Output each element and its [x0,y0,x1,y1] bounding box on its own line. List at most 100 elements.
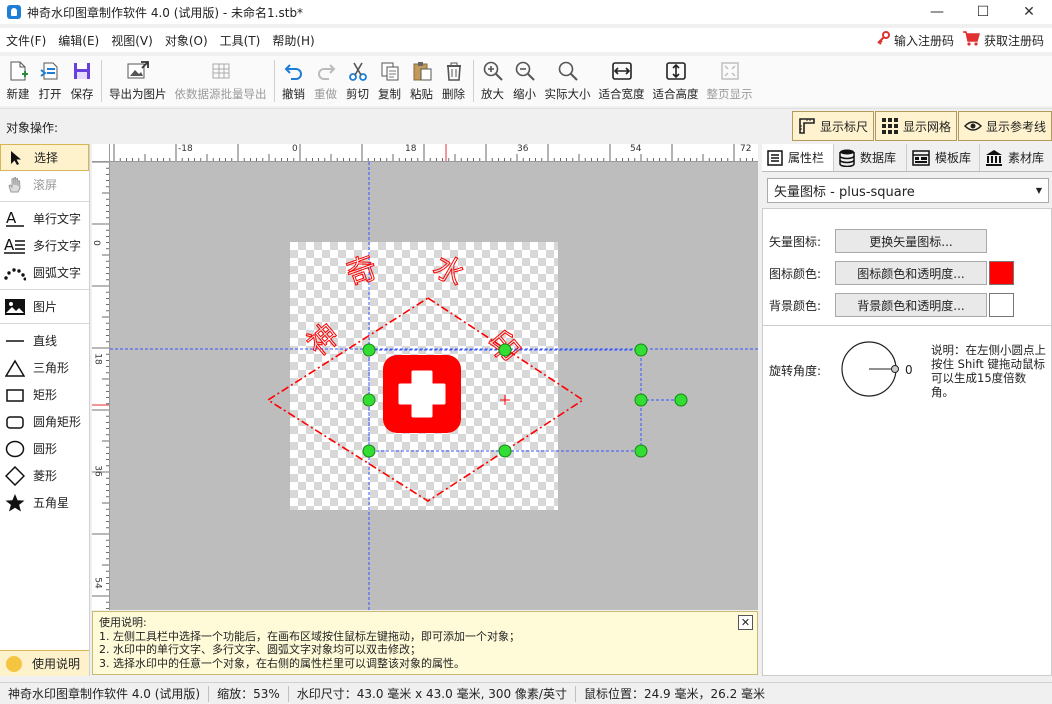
close-button[interactable]: ✕ [1006,0,1052,24]
full-page-button[interactable]: 整页显示 [703,56,757,104]
menu-edit[interactable]: 编辑(E) [52,32,105,49]
status-app: 神奇水印图章制作软件 4.0 (试用版) [0,685,210,702]
tab-materials[interactable]: 素材库 [980,144,1052,171]
enter-code-link[interactable]: 输入注册码 [876,31,954,49]
tool-select[interactable]: 选择 [0,144,89,171]
resize-handle-tr[interactable] [634,343,648,357]
object-select-value: 矢量图标 - plus-square [774,185,915,200]
bg-color-button-label: 背景颜色和透明度... [857,298,965,313]
zoom-out-button[interactable]: 缩小 [509,56,541,104]
get-code-link[interactable]: 获取注册码 [962,30,1044,50]
batch-export-button[interactable]: 依数据源批量导出 [171,56,271,104]
menu-help[interactable]: 帮助(H) [266,32,320,49]
open-button[interactable]: 打开 [34,56,66,104]
tab-templates[interactable]: 模板库 [907,144,980,171]
rotation-dial-handle[interactable] [891,365,899,373]
status-mouse: 鼠标位置：24.9 毫米，26.2 毫米 [583,687,766,701]
tool-multi-text-label: 多行文字 [33,239,82,253]
cut-button[interactable]: 剪切 [342,56,374,104]
menu-file[interactable]: 文件(F) [0,32,52,49]
cut-label: 剪切 [346,87,369,101]
tab-properties[interactable]: 属性栏 [762,144,834,171]
right-panel: 属性栏 数据库 模板库 素材库 矢量图标 - plus-square ▼ 矢量图… [762,144,1052,676]
canvas-area[interactable]: -18 0 18 36 54 72 0 18 36 54 神 奇 水 印 [92,144,758,610]
show-grid-toggle[interactable]: 显示网格 [875,111,957,141]
database-icon [839,149,855,167]
main-toolbar: 新建 打开 保存 导出为图片 依数据源批量导出 撤销 重做 剪切 复制 粘贴 删… [0,56,1052,106]
object-select-dropdown[interactable]: 矢量图标 - plus-square ▼ [767,178,1049,203]
close-instructions-button[interactable]: ✕ [738,615,753,630]
zoom-in-button[interactable]: 放大 [477,56,509,104]
show-guides-toggle[interactable]: 显示参考线 [958,111,1052,141]
rotation-dial[interactable] [839,339,909,399]
delete-button[interactable]: 删除 [438,56,470,104]
stamp-char[interactable]: 奇 [341,250,382,294]
tool-star[interactable]: 五角星 [0,489,89,516]
undo-label: 撤销 [282,87,305,101]
help-button[interactable]: 使用说明 [0,650,89,676]
resize-handle-br[interactable] [634,444,648,458]
new-button[interactable]: 新建 [2,56,34,104]
svg-text:A: A [4,237,15,254]
tool-line[interactable]: 直线 [0,327,89,354]
tool-rounded-rect[interactable]: 圆角矩形 [0,408,89,435]
redo-button[interactable]: 重做 [310,56,342,104]
icon-color-button[interactable]: 图标颜色和透明度... [835,261,987,285]
status-zoom: 缩放：53% [209,685,289,702]
resize-handle-left[interactable] [362,393,376,407]
paste-button[interactable]: 粘贴 [406,56,438,104]
minimize-button[interactable]: — [914,0,960,24]
menu-view[interactable]: 视图(V) [105,32,159,49]
show-guides-label: 显示参考线 [986,119,1047,134]
bg-color-button[interactable]: 背景颜色和透明度... [835,293,987,317]
resize-handle-bl[interactable] [362,444,376,458]
tool-triangle[interactable]: 三角形 [0,354,89,381]
app-icon [7,5,21,19]
icon-color-swatch[interactable] [989,261,1014,285]
menu-tools[interactable]: 工具(T) [214,32,267,49]
stamp-char[interactable]: 神 [300,317,346,364]
menu-bar: 文件(F) 编辑(E) 视图(V) 对象(O) 工具(T) 帮助(H) 输入注册… [0,28,1052,52]
rotate-handle[interactable] [674,393,688,407]
resize-handle-bottom[interactable] [498,444,512,458]
undo-button[interactable]: 撤销 [278,56,310,104]
paste-label: 粘贴 [410,87,433,101]
tool-circle[interactable]: 圆形 [0,435,89,462]
full-page-icon [718,59,742,83]
star-icon [4,493,26,513]
tab-database[interactable]: 数据库 [834,144,907,171]
tool-image[interactable]: 图片 [0,293,89,320]
tool-diamond[interactable]: 菱形 [0,462,89,489]
tool-scroll[interactable]: 滚屏 [0,171,89,198]
stamp-char[interactable]: 水 [427,248,471,294]
tool-multi-text[interactable]: A 多行文字 [0,232,89,259]
change-icon-button[interactable]: 更换矢量图标... [835,229,987,253]
resize-handle-tl[interactable] [362,343,376,357]
bg-color-swatch[interactable] [989,293,1014,317]
resize-handle-top[interactable] [498,343,512,357]
tool-rectangle-label: 矩形 [33,388,58,402]
tool-single-text[interactable]: A 单行文字 [0,205,89,232]
tool-rectangle[interactable]: 矩形 [0,381,89,408]
redo-icon [314,59,338,83]
vector-icon-row: 矢量图标: 更换矢量图标... [769,229,987,253]
svg-text:A: A [6,210,17,227]
bg-color-row: 背景颜色: 背景颜色和透明度... [769,293,1014,317]
save-label: 保存 [70,87,94,101]
fit-height-button[interactable]: 适合高度 [649,56,703,104]
show-ruler-toggle[interactable]: 显示标尺 [792,111,874,141]
resize-handle-right[interactable] [634,393,648,407]
menu-object[interactable]: 对象(O) [159,32,214,49]
export-image-button[interactable]: 导出为图片 [105,56,171,104]
title-bar: 神奇水印图章制作软件 4.0 (试用版) - 未命名1.stb* — ☐ ✕ [0,0,1052,24]
tool-arc-text-label: 圆弧文字 [33,266,82,280]
undo-icon [282,59,306,83]
tab-templates-label: 模板库 [935,151,972,165]
maximize-button[interactable]: ☐ [960,0,1006,24]
tool-arc-text[interactable]: 圆弧文字 [0,259,89,286]
rotate-label: 旋转角度: [769,364,822,378]
copy-button[interactable]: 复制 [374,56,406,104]
fit-width-button[interactable]: 适合宽度 [595,56,649,104]
actual-size-button[interactable]: 实际大小 [541,56,595,104]
save-button[interactable]: 保存 [66,56,98,104]
